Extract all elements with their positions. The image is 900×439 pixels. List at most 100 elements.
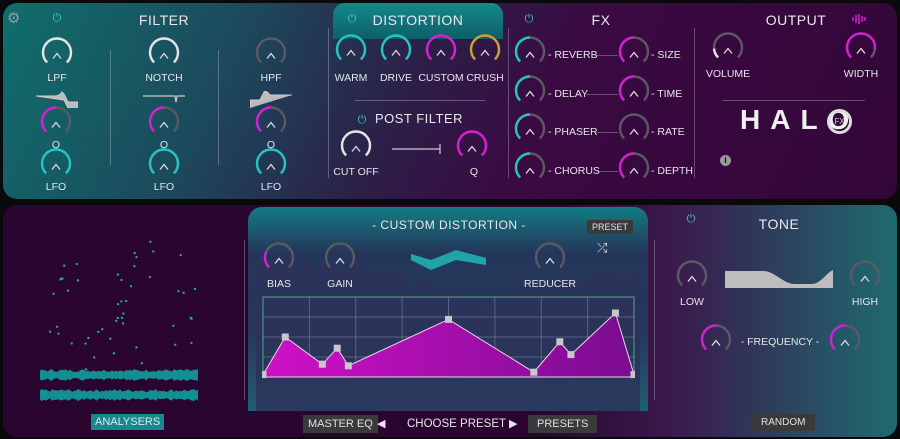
analyser-dot	[174, 343, 177, 346]
prev-preset-arrow-icon[interactable]: ◀	[377, 417, 385, 430]
analyser-dot	[148, 276, 151, 279]
knob-label: VOLUME	[705, 68, 751, 80]
crush-knob[interactable]	[468, 33, 502, 72]
curve-node-handle[interactable]	[556, 338, 564, 346]
phaser-knob[interactable]	[513, 112, 547, 151]
analyser-dot	[172, 324, 175, 327]
knob-pointer-icon	[629, 167, 639, 174]
post-filter-power-icon[interactable]: ⏻	[358, 114, 367, 127]
spectrum-scope	[411, 250, 486, 270]
curve-node-handle[interactable]	[318, 360, 326, 368]
analyser-dot	[76, 279, 79, 282]
knob-pointer-icon	[351, 145, 361, 152]
next-preset-arrow-icon[interactable]: ▶	[509, 417, 517, 430]
curve-node-handle[interactable]	[567, 351, 575, 359]
tone-power-icon[interactable]: ⏻	[687, 213, 696, 226]
low-knob[interactable]	[675, 259, 709, 298]
notch-q-knob[interactable]	[147, 105, 181, 144]
cutoff-knob[interactable]	[339, 129, 373, 168]
preset-name[interactable]: CHOOSE PRESET	[407, 418, 506, 430]
analyser-dot	[52, 292, 55, 295]
knob-arc	[255, 106, 272, 133]
delay-knob[interactable]	[513, 74, 547, 113]
notch-lfo-knob[interactable]	[147, 147, 181, 186]
size-knob[interactable]	[617, 35, 651, 74]
random-button[interactable]: RANDOM	[751, 414, 816, 431]
knob-label: BIAS	[267, 278, 291, 290]
lpf-q-knob[interactable]	[39, 105, 73, 144]
notch-knob[interactable]	[147, 36, 181, 75]
knob-arc	[255, 37, 287, 64]
knob-arc	[845, 32, 877, 59]
knob-label: NOTCH	[145, 72, 183, 84]
analyser-dot	[116, 273, 119, 276]
presets-button[interactable]: PRESETS	[528, 415, 598, 433]
curve-node-handle[interactable]	[262, 371, 267, 379]
analyser-dot	[120, 278, 123, 281]
hpf-lfo-knob[interactable]	[254, 147, 288, 186]
custom-knob[interactable]	[424, 33, 458, 72]
curve-node-handle[interactable]	[281, 333, 289, 341]
preset-button[interactable]: PRESET	[587, 220, 634, 234]
analyser-dot	[177, 290, 180, 293]
tone-curve-icon	[725, 270, 833, 288]
time-knob[interactable]	[617, 74, 651, 113]
shuffle-icon[interactable]: ⤮	[597, 240, 607, 256]
frequency-high-knob[interactable]	[828, 323, 862, 362]
lpf-lfo-knob[interactable]	[39, 147, 73, 186]
waveform-meter	[40, 389, 198, 401]
master-eq-button[interactable]: MASTER EQ	[303, 415, 378, 433]
filter-power-icon[interactable]: ⏻	[53, 12, 62, 25]
depth-knob[interactable]	[617, 151, 651, 190]
analyser-dot	[193, 287, 196, 290]
rate-knob[interactable]	[617, 112, 651, 151]
knob-pointer-icon	[711, 339, 721, 346]
knob-arc	[514, 113, 531, 140]
distortion-power-icon[interactable]: ⏻	[348, 13, 357, 26]
curve-node-handle[interactable]	[530, 368, 538, 376]
analyser-dot	[190, 341, 193, 344]
gear-icon[interactable]: ⚙	[7, 9, 20, 27]
bias-knob[interactable]	[262, 241, 296, 280]
knob-label: Q	[469, 166, 479, 178]
knob-arc	[676, 260, 708, 287]
knob-label: LPF	[47, 72, 67, 84]
knob-arc	[534, 242, 566, 269]
gain-knob[interactable]	[323, 241, 357, 280]
lpf-knob[interactable]	[40, 36, 74, 75]
knob-arc	[700, 324, 717, 351]
info-icon[interactable]: i	[720, 155, 731, 166]
width-knob[interactable]	[844, 31, 878, 70]
curve-node-handle[interactable]	[630, 371, 636, 379]
post-q-knob[interactable]	[455, 129, 489, 168]
divider	[654, 240, 655, 400]
hpf-q-knob[interactable]	[254, 105, 288, 144]
knob-arc	[335, 34, 367, 61]
reducer-knob[interactable]	[533, 241, 567, 280]
reverb-knob[interactable]	[513, 35, 547, 74]
high-knob[interactable]	[848, 259, 882, 298]
hpf-knob[interactable]	[254, 36, 288, 75]
frequency-low-knob[interactable]	[699, 323, 733, 362]
knob-pointer-icon	[860, 275, 870, 282]
curve-node-handle[interactable]	[333, 344, 341, 352]
curve-node-handle[interactable]	[611, 309, 619, 317]
volume-knob[interactable]	[711, 31, 745, 70]
knob-arc	[148, 148, 180, 175]
fx-label: - CHORUS	[548, 165, 600, 177]
fx-power-icon[interactable]: ⏻	[525, 13, 534, 26]
chorus-knob[interactable]	[513, 151, 547, 190]
distortion-curve-editor[interactable]	[262, 296, 635, 379]
knob-arc	[469, 34, 501, 61]
curve-node-handle[interactable]	[445, 315, 452, 323]
knob-arc	[148, 106, 165, 133]
knob-arc	[618, 113, 650, 140]
connector	[596, 171, 618, 172]
warm-knob[interactable]	[334, 33, 368, 72]
analyser-dot	[56, 325, 59, 328]
curve-node-handle[interactable]	[344, 362, 352, 370]
drive-knob[interactable]	[379, 33, 413, 72]
analysers-button[interactable]: ANALYSERS	[91, 414, 165, 430]
knob-arc	[324, 242, 356, 269]
analyser-dot	[122, 312, 125, 315]
